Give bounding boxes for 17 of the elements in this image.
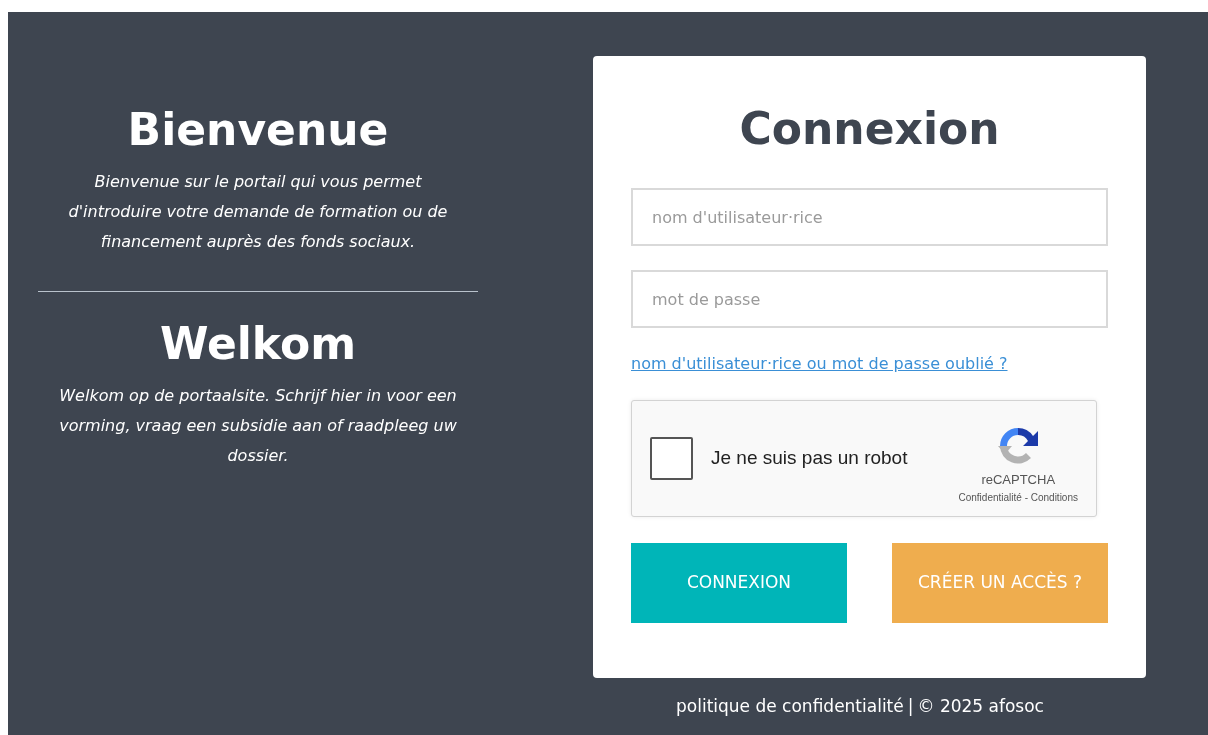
create-access-button[interactable]: CRÉER UN ACCÈS ? [892, 543, 1108, 623]
welcome-text: Welkom op de portaalsite. Schrijf hier in voor een vorming, vraag een subsidie aan of raadpleeg uw dossier. [58, 384, 458, 467]
welcome-heading: Bienvenue [126, 104, 390, 157]
captcha-checkbox[interactable] [650, 437, 693, 480]
captcha-label: Je ne suis pas un robot [711, 446, 909, 471]
forgot-password-link[interactable]: nom d'utilisateur·rice ou mot de passe oublié ? [631, 352, 1008, 376]
welcome-text: Bienvenue sur le portail qui vous permet d'introduire votre demande de formation ou de financement auprès des fonds sociaux. [67, 170, 449, 253]
login-button[interactable]: CONNEXION [631, 543, 847, 623]
username-field[interactable]: nom d'utilisateur·rice [631, 188, 1108, 246]
privacy-policy-link[interactable]: politique de confidentialité [676, 694, 904, 720]
login-title: Connexion [738, 102, 1001, 156]
captcha-brand: reCAPTCHA [981, 471, 1056, 490]
copyright-text: © 2025 afosoc [917, 695, 1044, 718]
separator-text: | [907, 695, 914, 718]
welcome-heading: Welkom [158, 317, 357, 371]
captcha-terms-link[interactable]: Confidentialité - Conditions [958, 489, 1078, 505]
password-field[interactable]: mot de passe [631, 270, 1108, 328]
